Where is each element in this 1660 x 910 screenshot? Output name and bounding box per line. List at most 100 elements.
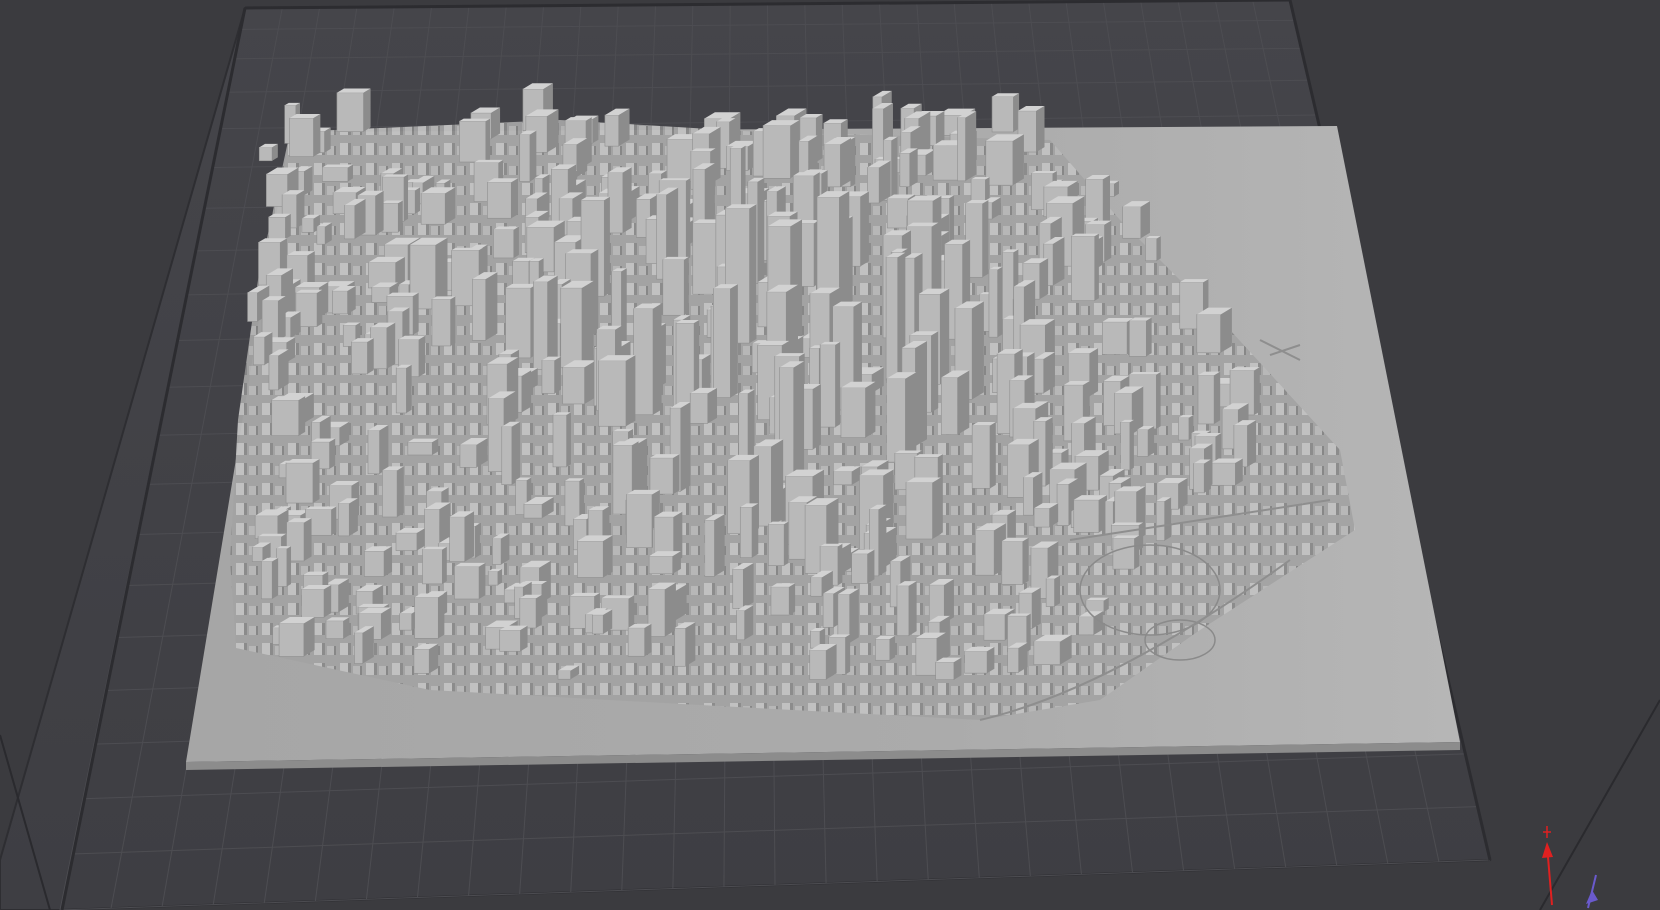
building	[662, 256, 689, 316]
building	[713, 284, 738, 398]
building	[337, 498, 358, 537]
building	[289, 114, 321, 157]
building	[1102, 318, 1134, 355]
building	[459, 118, 491, 163]
building	[577, 535, 613, 578]
building	[560, 280, 594, 369]
building	[886, 372, 917, 463]
building	[395, 364, 412, 414]
building	[875, 635, 896, 661]
building	[499, 625, 528, 652]
building	[301, 584, 332, 618]
building	[276, 546, 292, 587]
building	[974, 523, 1006, 576]
building	[649, 454, 680, 495]
building	[472, 272, 498, 341]
building	[704, 514, 725, 577]
viewport-canvas[interactable]	[0, 0, 1660, 910]
building	[905, 477, 941, 540]
building	[604, 108, 630, 147]
building	[344, 198, 366, 240]
building	[519, 594, 542, 629]
building	[1129, 317, 1152, 357]
building	[278, 616, 315, 657]
building	[899, 148, 918, 188]
building	[271, 396, 306, 437]
building	[381, 200, 403, 233]
building	[1193, 459, 1211, 494]
building	[322, 164, 353, 182]
building	[819, 341, 841, 428]
building	[648, 551, 681, 575]
z-axis-arrowhead	[1542, 842, 1553, 858]
building	[592, 609, 613, 635]
building	[647, 582, 676, 637]
building	[449, 511, 475, 562]
building	[1071, 233, 1099, 302]
building	[633, 303, 662, 416]
building	[519, 130, 537, 182]
building	[487, 568, 503, 586]
building	[552, 412, 571, 468]
building	[1085, 597, 1109, 613]
building	[1210, 458, 1243, 486]
building	[1045, 575, 1060, 607]
building	[1001, 537, 1029, 585]
building	[867, 160, 891, 204]
building	[493, 226, 519, 259]
building	[336, 88, 371, 132]
building	[1196, 307, 1232, 354]
building	[1197, 371, 1221, 425]
building	[541, 356, 561, 394]
building	[268, 349, 289, 391]
building	[1073, 495, 1107, 533]
building	[762, 120, 800, 179]
building	[851, 549, 875, 584]
building	[414, 593, 445, 639]
building	[768, 521, 789, 566]
building	[492, 533, 510, 565]
building	[351, 338, 374, 375]
building	[367, 425, 389, 475]
building	[1112, 535, 1140, 570]
building	[325, 617, 350, 639]
building	[332, 285, 356, 315]
building	[607, 167, 632, 234]
building	[1145, 236, 1161, 262]
building	[988, 266, 1003, 338]
building	[268, 213, 291, 240]
building	[770, 583, 796, 616]
building	[833, 466, 861, 486]
building	[689, 387, 718, 424]
3d-viewport[interactable]	[0, 0, 1660, 910]
building	[991, 93, 1020, 133]
building	[627, 623, 652, 657]
building	[1033, 352, 1055, 394]
building	[1033, 634, 1072, 665]
building	[964, 646, 995, 674]
building	[261, 557, 279, 600]
city-model[interactable]	[186, 83, 1460, 770]
building	[454, 562, 486, 600]
building	[533, 275, 558, 370]
building	[935, 657, 962, 680]
building	[316, 222, 332, 245]
y-axis-arrowhead	[1586, 890, 1598, 904]
building	[354, 626, 374, 664]
building	[985, 134, 1024, 186]
building	[285, 458, 320, 504]
building	[1155, 497, 1172, 541]
building	[258, 143, 278, 162]
axis-gizmo[interactable]	[1542, 826, 1598, 909]
building	[1033, 503, 1059, 528]
building	[896, 581, 917, 637]
building	[395, 527, 426, 551]
building	[940, 370, 970, 435]
building	[971, 421, 996, 489]
building	[422, 546, 447, 585]
building	[420, 187, 456, 225]
building	[732, 562, 754, 609]
building	[382, 466, 404, 518]
building	[501, 421, 521, 485]
building	[459, 437, 488, 468]
